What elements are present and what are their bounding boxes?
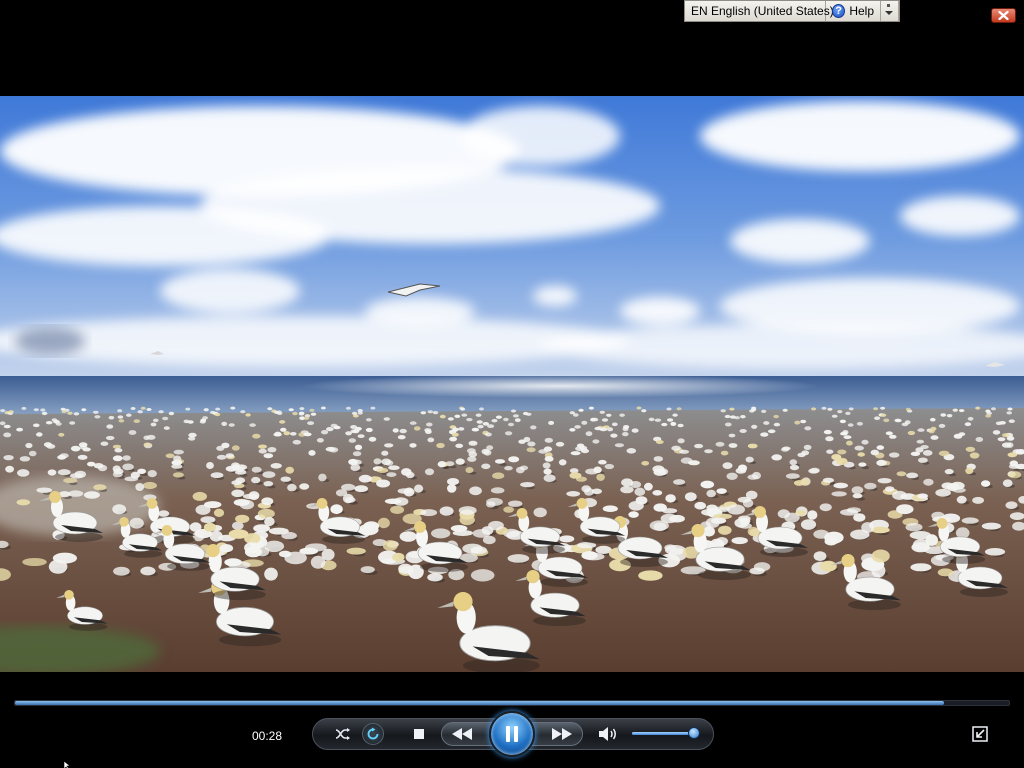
next-button[interactable]: [531, 722, 583, 746]
repeat-button[interactable]: [362, 723, 384, 745]
gannet-colony-video-image: [0, 96, 1024, 672]
elapsed-time: 00:28: [252, 729, 283, 743]
speaker-icon: [599, 727, 616, 741]
chevron-down-icon: [885, 11, 893, 15]
language-bar: EN English (United States) ? Help: [684, 0, 900, 22]
next-icon: [552, 728, 572, 740]
help-button[interactable]: ? Help: [826, 1, 881, 21]
language-bar-options-button[interactable]: [881, 1, 899, 21]
switch-to-library-button[interactable]: [970, 724, 990, 744]
previous-button[interactable]: [441, 722, 493, 746]
close-button[interactable]: [991, 8, 1016, 23]
repeat-icon: [367, 727, 379, 740]
shuffle-button[interactable]: [334, 724, 352, 744]
help-icon: ?: [832, 4, 846, 18]
stop-button[interactable]: [409, 724, 429, 744]
volume-slider-thumb[interactable]: [688, 727, 700, 739]
play-pause-button[interactable]: [489, 711, 535, 757]
shuffle-icon: [335, 728, 350, 740]
seek-bar[interactable]: [14, 700, 1010, 706]
mouse-cursor-icon: [63, 760, 71, 768]
close-icon: [998, 11, 1009, 20]
seek-progress-fill: [15, 701, 945, 705]
media-player-window: EN English (United States) ? Help 00:28: [0, 0, 1024, 768]
mute-button[interactable]: [597, 724, 619, 744]
pause-icon: [506, 726, 518, 742]
help-label: Help: [849, 4, 874, 18]
switch-to-library-icon: [972, 726, 988, 742]
stop-icon: [414, 729, 424, 739]
grip-icon: [887, 4, 890, 7]
language-indicator[interactable]: EN English (United States): [685, 1, 834, 21]
volume-level-fill: [632, 732, 694, 735]
previous-icon: [452, 728, 472, 740]
video-frame[interactable]: [0, 96, 1024, 672]
